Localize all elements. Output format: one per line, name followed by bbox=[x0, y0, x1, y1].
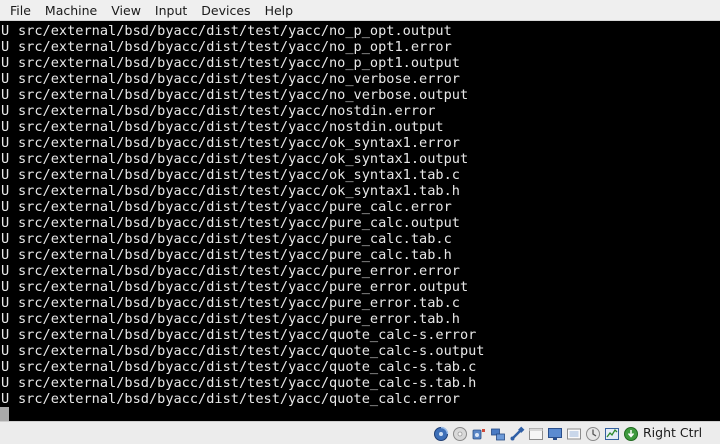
file-path: src/external/bsd/byacc/dist/test/yacc/no… bbox=[18, 103, 436, 119]
update-status-flag: U bbox=[1, 295, 10, 311]
file-path: src/external/bsd/byacc/dist/test/yacc/qu… bbox=[18, 375, 477, 391]
file-path: src/external/bsd/byacc/dist/test/yacc/no… bbox=[18, 119, 444, 135]
file-path: src/external/bsd/byacc/dist/test/yacc/pu… bbox=[18, 247, 452, 263]
file-path: src/external/bsd/byacc/dist/test/yacc/qu… bbox=[18, 327, 477, 343]
update-status-flag: U bbox=[1, 119, 10, 135]
file-path: src/external/bsd/byacc/dist/test/yacc/pu… bbox=[18, 263, 460, 279]
update-status-flag: U bbox=[1, 359, 10, 375]
file-path: src/external/bsd/byacc/dist/test/yacc/pu… bbox=[18, 199, 452, 215]
menu-help[interactable]: Help bbox=[258, 0, 301, 21]
optical-drive-icon[interactable] bbox=[452, 426, 468, 442]
file-path: src/external/bsd/byacc/dist/test/yacc/ok… bbox=[18, 135, 460, 151]
cpu-activity-icon[interactable] bbox=[604, 426, 620, 442]
file-path: src/external/bsd/byacc/dist/test/yacc/pu… bbox=[18, 231, 452, 247]
shared-folders-icon[interactable] bbox=[528, 426, 544, 442]
update-status-flag: U bbox=[1, 71, 10, 87]
network-icon[interactable] bbox=[490, 426, 506, 442]
update-status-flag: U bbox=[1, 103, 10, 119]
virtualbox-vm-window: File Machine View Input Devices Help Usr… bbox=[0, 0, 720, 444]
update-status-flag: U bbox=[1, 167, 10, 183]
update-status-flag: U bbox=[1, 39, 10, 55]
status-bar: Right Ctrl bbox=[0, 421, 720, 444]
update-status-flag: U bbox=[1, 247, 10, 263]
guest-console-screen[interactable]: Usrc/external/bsd/byacc/dist/test/yacc/n… bbox=[0, 22, 720, 421]
menu-view[interactable]: View bbox=[104, 0, 148, 21]
usb-icon[interactable] bbox=[509, 426, 525, 442]
file-path: src/external/bsd/byacc/dist/test/yacc/pu… bbox=[18, 215, 460, 231]
update-status-flag: U bbox=[1, 135, 10, 151]
update-status-flag: U bbox=[1, 343, 10, 359]
update-status-flag: U bbox=[1, 231, 10, 247]
menu-devices[interactable]: Devices bbox=[194, 0, 257, 21]
file-path: src/external/bsd/byacc/dist/test/yacc/ok… bbox=[18, 183, 460, 199]
file-path: src/external/bsd/byacc/dist/test/yacc/qu… bbox=[18, 343, 485, 359]
update-status-flag: U bbox=[1, 311, 10, 327]
file-path: src/external/bsd/byacc/dist/test/yacc/no… bbox=[18, 87, 469, 103]
menu-file[interactable]: File bbox=[3, 0, 38, 21]
file-path: src/external/bsd/byacc/dist/test/yacc/qu… bbox=[18, 359, 477, 375]
file-path: src/external/bsd/byacc/dist/test/yacc/pu… bbox=[18, 311, 460, 327]
file-path: src/external/bsd/byacc/dist/test/yacc/no… bbox=[18, 71, 460, 87]
menu-input[interactable]: Input bbox=[148, 0, 194, 21]
mouse-integration-icon[interactable] bbox=[585, 426, 601, 442]
device-indicators bbox=[433, 425, 642, 442]
text-cursor bbox=[0, 407, 9, 421]
file-path: src/external/bsd/byacc/dist/test/yacc/no… bbox=[18, 23, 452, 39]
update-status-flag: U bbox=[1, 263, 10, 279]
hard-disk-icon[interactable] bbox=[433, 426, 449, 442]
keyboard-capture-icon[interactable] bbox=[623, 426, 639, 442]
video-capture-icon[interactable] bbox=[566, 426, 582, 442]
update-status-flag: U bbox=[1, 279, 10, 295]
update-status-flag: U bbox=[1, 327, 10, 343]
update-status-flag: U bbox=[1, 375, 10, 391]
update-status-flag: U bbox=[1, 215, 10, 231]
update-status-flag: U bbox=[1, 183, 10, 199]
update-status-flag: U bbox=[1, 23, 10, 39]
menu-bar: File Machine View Input Devices Help bbox=[0, 0, 720, 21]
display-icon[interactable] bbox=[547, 426, 563, 442]
host-key-label: Right Ctrl bbox=[643, 425, 703, 440]
file-path: src/external/bsd/byacc/dist/test/yacc/no… bbox=[18, 55, 460, 71]
update-status-flag: U bbox=[1, 391, 10, 407]
file-path: src/external/bsd/byacc/dist/test/yacc/pu… bbox=[18, 295, 460, 311]
audio-icon[interactable] bbox=[471, 426, 487, 442]
update-status-flag: U bbox=[1, 151, 10, 167]
menu-machine[interactable]: Machine bbox=[38, 0, 104, 21]
file-path: src/external/bsd/byacc/dist/test/yacc/pu… bbox=[18, 279, 469, 295]
update-status-flag: U bbox=[1, 55, 10, 71]
file-path: src/external/bsd/byacc/dist/test/yacc/no… bbox=[18, 39, 452, 55]
update-status-flag: U bbox=[1, 199, 10, 215]
file-path: src/external/bsd/byacc/dist/test/yacc/qu… bbox=[18, 391, 460, 407]
file-path: src/external/bsd/byacc/dist/test/yacc/ok… bbox=[18, 151, 469, 167]
file-path: src/external/bsd/byacc/dist/test/yacc/ok… bbox=[18, 167, 460, 183]
update-status-flag: U bbox=[1, 87, 10, 103]
